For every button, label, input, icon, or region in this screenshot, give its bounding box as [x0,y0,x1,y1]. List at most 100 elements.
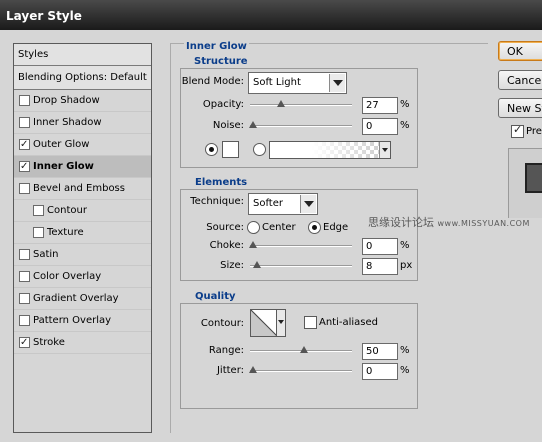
style-checkbox[interactable] [19,117,30,128]
styles-item-drop-shadow[interactable]: Drop Shadow [14,90,151,112]
blend-mode-select[interactable]: Soft Light [248,72,347,94]
styles-header[interactable]: Styles [14,44,151,66]
style-checkbox[interactable] [19,293,30,304]
styles-item-gradient-overlay[interactable]: Gradient Overlay [14,288,151,310]
blend-mode-label: Blend Mode: [181,76,244,87]
noise-slider[interactable] [249,121,352,128]
style-checkbox[interactable] [19,332,30,354]
style-checkbox[interactable] [33,205,44,216]
choke-slider-thumb[interactable] [249,241,257,249]
anti-aliased-checkbox[interactable] [304,316,317,329]
opacity-unit: % [400,99,410,110]
styles-item-pattern-overlay[interactable]: Pattern Overlay [14,310,151,332]
size-slider[interactable] [250,261,352,268]
gradient-chevron-down-icon [379,142,390,158]
style-label: Satin [33,249,59,260]
source-edge-label[interactable]: Edge [323,222,348,233]
size-label: Size: [220,260,244,271]
choke-input[interactable]: 0 [362,238,398,255]
jitter-slider-thumb[interactable] [249,366,257,374]
styles-item-texture[interactable]: Texture [14,222,151,244]
jitter-unit: % [400,365,410,376]
layer-style-dialog: Styles Blending Options: Default Drop Sh… [0,30,542,442]
source-label: Source: [206,222,244,233]
preview-checkbox[interactable] [511,123,524,138]
chevron-down-icon [300,195,316,213]
range-slider[interactable] [250,346,352,353]
style-checkbox[interactable] [19,134,30,156]
source-center-label[interactable]: Center [262,222,296,233]
choke-slider[interactable] [249,241,352,248]
contour-chevron-down-icon [276,309,286,337]
styles-item-satin[interactable]: Satin [14,244,151,266]
style-checkbox[interactable] [19,183,30,194]
blending-options-item[interactable]: Blending Options: Default [14,66,151,90]
glow-color-swatch[interactable] [222,141,239,158]
chevron-down-icon [329,74,345,92]
gradient-picker[interactable] [269,141,391,159]
watermark: 思缘设计论坛 www.MISSYUAN.COM [368,214,530,230]
style-checkbox[interactable] [19,315,30,326]
solid-color-radio[interactable] [205,143,218,156]
range-input[interactable]: 50 [362,343,398,360]
style-label: Pattern Overlay [33,315,112,326]
noise-label: Noise: [212,120,244,131]
size-input[interactable]: 8 [362,258,398,275]
ok-button[interactable]: OK [498,41,542,61]
technique-select[interactable]: Softer [248,193,318,215]
structure-title: Structure [192,56,250,67]
source-center-radio[interactable] [247,221,260,234]
jitter-label: Jitter: [216,365,244,376]
range-slider-thumb[interactable] [300,346,308,354]
choke-unit: % [400,240,410,251]
technique-label: Technique: [190,196,244,207]
watermark-site: www.MISSYUAN.COM [437,219,530,228]
styles-item-bevel-and-emboss[interactable]: Bevel and Emboss [14,178,151,200]
noise-input[interactable]: 0 [362,118,398,135]
opacity-slider[interactable] [250,100,352,107]
styles-item-stroke[interactable]: Stroke [14,332,151,354]
quality-title: Quality [193,291,238,302]
jitter-slider[interactable] [249,366,352,373]
styles-item-color-overlay[interactable]: Color Overlay [14,266,151,288]
style-checkbox[interactable] [19,249,30,260]
contour-picker[interactable] [250,309,286,337]
styles-item-contour[interactable]: Contour [14,200,151,222]
jitter-input[interactable]: 0 [362,363,398,380]
size-slider-thumb[interactable] [253,261,262,269]
source-edge-radio[interactable] [308,221,321,234]
style-label: Stroke [33,337,65,348]
style-checkbox[interactable] [19,156,30,178]
watermark-text: 思缘设计论坛 [368,216,434,229]
style-label: Contour [47,205,87,216]
opacity-label: Opacity: [202,99,244,110]
gradient-radio[interactable] [253,143,266,156]
range-unit: % [400,345,410,356]
elements-title: Elements [193,177,250,188]
opacity-slider-thumb[interactable] [276,100,285,108]
noise-unit: % [400,120,410,131]
style-checkbox[interactable] [19,95,30,106]
styles-item-inner-glow[interactable]: Inner Glow [14,156,151,178]
styles-item-outer-glow[interactable]: Outer Glow [14,134,151,156]
styles-list: Drop Shadow Inner Shadow Outer Glow Inner G… [14,90,151,354]
size-unit: px [400,260,413,271]
inner-glow-title: Inner Glow [184,41,249,52]
window-title: Layer Style [6,9,82,23]
style-label: Color Overlay [33,271,102,282]
styles-panel: Styles Blending Options: Default Drop Sh… [13,43,152,433]
style-label: Texture [47,227,84,238]
opacity-input[interactable]: 27 [362,97,398,114]
style-checkbox[interactable] [19,271,30,282]
style-checkbox[interactable] [33,227,44,238]
style-preview-swatch [525,163,542,193]
styles-item-inner-shadow[interactable]: Inner Shadow [14,112,151,134]
window-titlebar: Layer Style [0,0,542,30]
range-label: Range: [208,345,244,356]
cancel-button[interactable]: Cancel [498,70,542,90]
preview-label[interactable]: Preview [526,126,542,137]
new-style-button[interactable]: New Style... [498,98,542,118]
contour-label: Contour: [200,318,244,329]
noise-slider-thumb[interactable] [249,121,257,129]
anti-aliased-label[interactable]: Anti-aliased [319,317,378,328]
